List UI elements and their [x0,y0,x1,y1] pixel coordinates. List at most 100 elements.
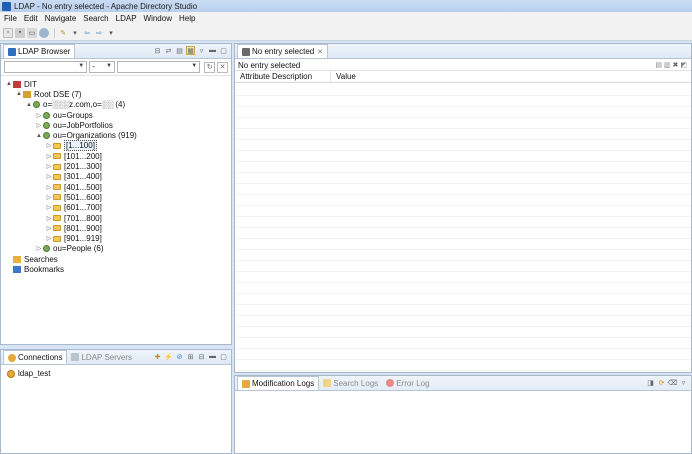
expand-toggle-icon[interactable]: ▷ [45,163,53,170]
expand-all-icon[interactable]: ▤ [655,62,662,69]
chevron-down-icon[interactable]: ▿ [679,378,688,387]
list-item[interactable]: ldap_test [7,368,231,379]
dit-icon [13,80,21,88]
collapse-all-icon[interactable]: ▥ [664,62,671,69]
tree-item[interactable]: Bookmarks [5,264,231,274]
chevron-down-icon[interactable]: ▿ [197,46,206,55]
filter-icon[interactable]: ▤ [175,46,184,55]
chevron-down-icon[interactable]: ▾ [106,28,116,38]
chevron-down-icon: ▼ [78,63,85,69]
tool-icon[interactable]: ✎ [58,28,68,38]
menu-ldap[interactable]: LDAP [116,14,137,23]
back-icon[interactable]: ⇦ [82,28,92,38]
entry-editor-tabbar: No entry selected ✕ [235,44,691,59]
tree-item[interactable]: ▷ ou=Groups [5,110,231,120]
tree-item[interactable]: ▲ Root DSE (7) [5,89,231,99]
menu-edit[interactable]: Edit [24,14,38,23]
expand-toggle-icon[interactable]: ▷ [45,235,53,242]
minimize-icon[interactable]: ▬ [208,352,217,361]
tree-item[interactable]: ▷ [401...500] [5,182,231,192]
tree-item[interactable]: ▷ [601...700] [5,203,231,213]
expand-toggle-icon[interactable]: ▷ [35,245,43,252]
folder-icon [53,194,61,201]
expand-toggle-icon[interactable]: ▲ [25,102,33,108]
tab-search-logs[interactable]: Search Logs [319,376,382,390]
filter-clear-icon[interactable]: ✕ [217,61,228,73]
refresh-icon[interactable]: ⟳ [657,378,666,387]
expand-toggle-icon[interactable]: ▲ [5,81,13,87]
expand-toggle-icon[interactable]: ▷ [45,142,53,149]
maximize-icon[interactable]: ▢ [219,352,228,361]
expand-toggle-icon[interactable]: ▷ [45,173,53,180]
chevron-down-icon[interactable]: ▾ [70,28,80,38]
expand-toggle-icon[interactable]: ▲ [15,91,23,97]
new-connection-icon[interactable]: ✚ [153,352,162,361]
clear-icon[interactable]: ⌫ [668,378,678,387]
filter-row: ▼ - ▼ ▼ ↻ ✕ [1,59,231,76]
expand-toggle-icon[interactable]: ▷ [45,194,53,201]
tree-item[interactable]: ▷ [1...100] [5,140,231,152]
minimize-icon[interactable]: ▬ [208,46,217,55]
tab-ldap-servers[interactable]: LDAP Servers [67,350,136,364]
filter-combo-3[interactable]: ▼ [116,61,201,73]
tree-item[interactable]: Searches [5,254,231,264]
expand-toggle-icon[interactable]: ▷ [35,122,43,129]
entry-icon [43,121,50,129]
tree-item[interactable]: ▷ [101...200] [5,151,231,161]
tree-item-label: Root DSE (7) [34,89,82,99]
tree-item[interactable]: ▷ [701...800] [5,213,231,223]
close-icon[interactable]: ✕ [317,48,323,56]
filter-combo-1[interactable]: ▼ [4,61,88,73]
menu-help[interactable]: Help [179,14,195,23]
tree-item[interactable]: ▲ DIT [5,79,231,89]
attribute-icon[interactable]: ◩ [680,62,687,69]
export-icon[interactable]: ◨ [646,378,655,387]
tab-modification-logs[interactable]: Modification Logs [237,376,320,390]
expand-toggle-icon[interactable]: ▷ [35,112,43,119]
ldap-icon[interactable] [39,27,49,38]
tree-item-label: [801...900] [64,223,102,233]
print-icon[interactable]: ▭ [27,27,37,38]
delete-icon[interactable]: ✖ [673,62,679,69]
link-icon[interactable]: ⇄ [164,46,173,55]
expand-toggle-icon[interactable]: ▷ [45,153,53,160]
expand-toggle-icon[interactable]: ▷ [45,184,53,191]
expand-toggle-icon[interactable]: ▷ [45,225,53,232]
main-toolbar: ▫ ▪ ▭ ✎ ▾ ⇦ ⇨ ▾ [0,25,692,41]
tree-item[interactable]: ▷ [201...300] [5,161,231,171]
menu-search[interactable]: Search [83,14,108,23]
tab-ldap-browser[interactable]: LDAP Browser [3,44,76,58]
tree-item[interactable]: ▲ o=░░░z.com,o=░░ (4) [5,100,231,110]
column-value[interactable]: Value [331,71,691,82]
tab-error-log[interactable]: Error Log [382,376,433,390]
menu-navigate[interactable]: Navigate [45,14,77,23]
forward-icon[interactable]: ⇨ [94,28,104,38]
close-connection-icon[interactable]: ⊘ [175,352,184,361]
view-menu-icon[interactable]: ▦ [186,46,195,55]
new-icon[interactable]: ▫ [3,27,13,38]
tree-item[interactable]: ▲ ou=Organizations (919) [5,130,231,140]
tree-item[interactable]: ▷ ou=People (6) [5,244,231,254]
expand-toggle-icon[interactable]: ▷ [45,215,53,222]
maximize-icon[interactable]: ▢ [219,46,228,55]
tab-connections[interactable]: Connections [3,350,68,364]
collapse-all-icon[interactable]: ⊟ [153,46,162,55]
expand-all-icon[interactable]: ⊞ [186,352,195,361]
column-attribute-description[interactable]: Attribute Description [235,71,331,82]
expand-toggle-icon[interactable]: ▲ [35,133,43,139]
tree-item[interactable]: ▷ [301...400] [5,172,231,182]
tree-item[interactable]: ▷ ou=JobPortfolios [5,120,231,130]
filter-combo-2[interactable]: - ▼ [89,61,115,73]
tab-entry-editor[interactable]: No entry selected ✕ [237,44,329,58]
collapse-all-icon[interactable]: ⊟ [197,352,206,361]
menu-file[interactable]: File [4,14,17,23]
tree-item[interactable]: ▷ [901...919] [5,233,231,243]
searches-icon [13,255,21,263]
open-connection-icon[interactable]: ⚡ [164,352,173,361]
tree-item[interactable]: ▷ [801...900] [5,223,231,233]
menu-window[interactable]: Window [144,14,172,23]
save-icon[interactable]: ▪ [15,27,25,38]
expand-toggle-icon[interactable]: ▷ [45,204,53,211]
tree-item[interactable]: ▷ [501...600] [5,192,231,202]
filter-apply-icon[interactable]: ↻ [204,61,216,73]
